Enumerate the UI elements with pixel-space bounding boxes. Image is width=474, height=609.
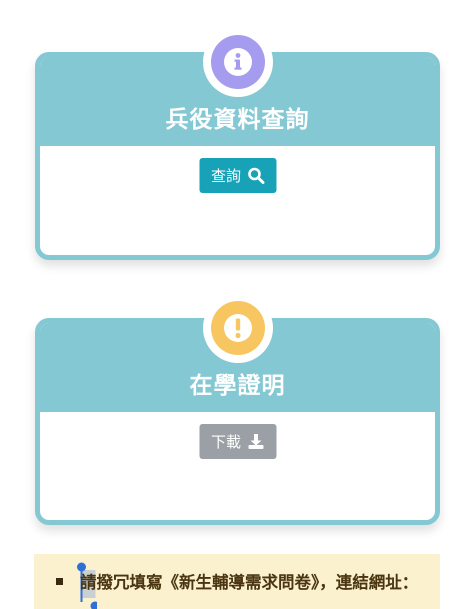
query-button[interactable]: 查詢 [198, 158, 277, 193]
query-button-label: 查詢 [210, 167, 242, 185]
survey-notice: 請撥冗填寫《新生輔導需求問卷》，連結網址： [34, 554, 440, 609]
info-icon [210, 35, 265, 89]
bullet [56, 578, 63, 585]
card-title: 兵役資料查詢 [165, 107, 310, 133]
download-button-label: 下載 [210, 433, 242, 451]
notice-text: 請撥冗填寫《新生輔導需求問卷》，連結網址： [80, 573, 419, 592]
exclamation-icon [210, 301, 265, 355]
download-button[interactable]: 下載 [198, 424, 277, 459]
download-icon [248, 434, 264, 449]
badge [202, 27, 273, 97]
enrollment-certificate-card: 在學證明 下載 [35, 293, 440, 525]
card-title: 在學證明 [189, 373, 286, 399]
search-icon [247, 167, 265, 184]
military-records-card: 兵役資料查詢 查詢 [35, 27, 440, 260]
badge [202, 293, 273, 363]
